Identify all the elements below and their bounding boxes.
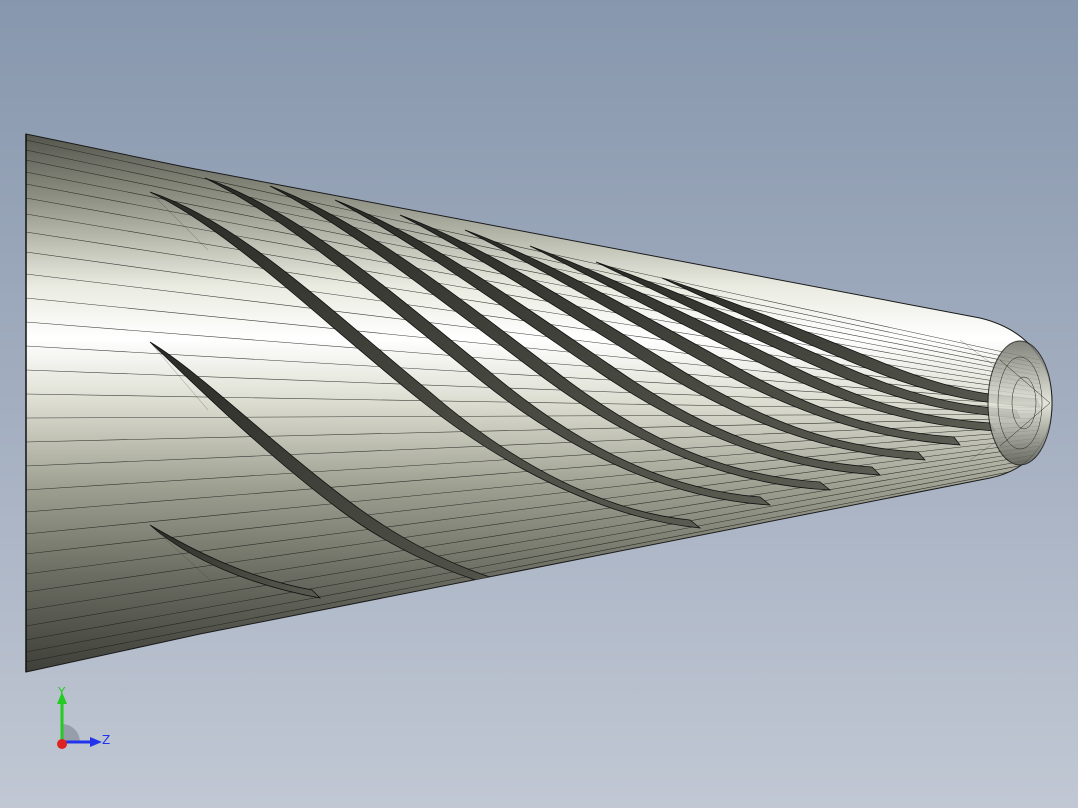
screw-tip [987,340,1053,466]
screw-body [25,133,1053,673]
z-axis-label: Z [102,733,111,747]
y-axis-label: Y [58,685,66,699]
orientation-triad: Y Z [48,684,128,760]
graphics-viewport[interactable]: Y Z [0,0,1078,808]
x-axis-icon [57,739,67,749]
3d-model-tapered-screw[interactable] [0,0,1078,808]
